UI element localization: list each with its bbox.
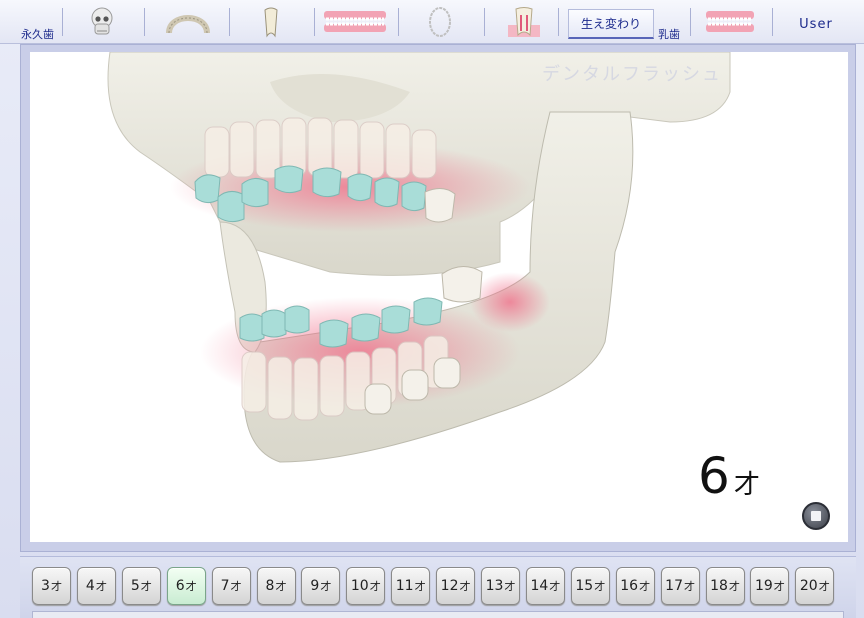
age-button-unit: 才 — [504, 580, 516, 593]
toolbar-divider — [558, 8, 559, 36]
age-button-unit: 才 — [50, 580, 62, 593]
primary-teeth-label: 乳歯 — [658, 28, 680, 41]
permanent-teeth-label: 永久歯 — [21, 28, 54, 41]
toolbar-divider — [62, 8, 63, 36]
age-button-number: 5 — [130, 578, 140, 594]
age-button-number: 9 — [310, 578, 320, 594]
age-button-number: 6 — [175, 578, 185, 594]
age-button-number: 13 — [485, 578, 504, 594]
age-button-number: 14 — [530, 578, 549, 594]
age-button-unit: 才 — [549, 580, 561, 593]
age-button-6[interactable]: 6才 — [166, 567, 206, 605]
age-button-5[interactable]: 5才 — [121, 567, 161, 605]
age-button-number: 15 — [575, 578, 594, 594]
tooth-cross-section-icon — [508, 7, 540, 37]
bottom-strip — [32, 611, 844, 618]
age-button-number: 12 — [440, 578, 459, 594]
dental-arch-button[interactable] — [160, 6, 216, 38]
age-button-number: 4 — [85, 578, 95, 594]
age-button-unit: 才 — [818, 580, 830, 593]
toolbar-divider — [772, 8, 773, 36]
age-button-19[interactable]: 19 才 — [750, 567, 790, 605]
age-button-12[interactable]: 12 才 — [436, 567, 476, 605]
current-age-display: 6才 — [698, 447, 760, 505]
skull-button[interactable] — [82, 6, 122, 38]
stop-icon — [811, 511, 821, 521]
age-button-11[interactable]: 11 才 — [391, 567, 431, 605]
teeth-row-button[interactable] — [322, 6, 388, 38]
toolbar-divider — [690, 8, 691, 36]
user-button[interactable]: User — [778, 12, 854, 36]
age-button-10[interactable]: 10 才 — [346, 567, 386, 605]
age-button-unit: 才 — [95, 580, 107, 593]
single-tooth-button[interactable] — [256, 6, 286, 38]
watermark-text: デンタルフラッシュ — [542, 64, 722, 85]
age-button-7[interactable]: 7才 — [211, 567, 251, 605]
age-button-unit: 才 — [728, 580, 740, 593]
age-button-unit: 才 — [230, 580, 242, 593]
teeth-row-icon — [324, 11, 386, 32]
age-button-number: 17 — [665, 578, 683, 594]
dental-arch-icon — [166, 15, 210, 34]
ring-arch-icon — [429, 7, 451, 37]
age-selector-bar: 3 才 4 才 5 才 6 才 7 才 8 才 9 才 10 才 11 才 12 才 13 才 14 才 15 才 16 才 17 才 18… — [20, 556, 856, 618]
age-button-unit: 才 — [320, 580, 332, 593]
age-button-16[interactable]: 16 才 — [615, 567, 655, 605]
eruption-mode-button[interactable]: 生え変わり — [568, 9, 654, 39]
current-age-unit: 才 — [733, 470, 760, 500]
age-button-15[interactable]: 15 才 — [570, 567, 610, 605]
age-button-unit: 才 — [369, 580, 381, 593]
skull-icon — [91, 7, 113, 35]
primary-teeth-row-icon — [706, 11, 754, 32]
top-toolbar: 永久歯 生え変わり 乳歯 User — [0, 0, 864, 44]
age-button-number: 11 — [395, 578, 414, 594]
age-button-unit: 才 — [185, 580, 197, 593]
age-button-number: 20 — [799, 578, 818, 594]
age-button-17[interactable]: 17 才 — [660, 567, 700, 605]
age-button-3[interactable]: 3才 — [32, 567, 71, 605]
tooth-section-button[interactable] — [506, 6, 542, 38]
age-button-number: 10 — [350, 578, 369, 594]
age-button-number: 8 — [265, 578, 275, 594]
app-window: 永久歯 生え変わり 乳歯 User デンタルフラッシュ 6 才 3 才 4 才 … — [0, 0, 864, 618]
age-button-18[interactable]: 18 才 — [705, 567, 745, 605]
age-button-unit: 才 — [684, 580, 695, 593]
toolbar-divider — [314, 8, 315, 36]
toolbar-divider — [398, 8, 399, 36]
toolbar-divider — [484, 8, 485, 36]
age-button-unit: 才 — [459, 580, 471, 593]
toolbar-divider — [144, 8, 145, 36]
age-button-20[interactable]: 20 才 — [795, 567, 835, 605]
age-button-number: 16 — [620, 578, 639, 594]
age-button-4[interactable]: 4才 — [76, 567, 116, 605]
primary-teeth-row-button[interactable] — [702, 6, 758, 38]
current-age-number: 6 — [698, 447, 730, 505]
age-button-number: 18 — [710, 578, 728, 594]
age-button-unit: 才 — [140, 580, 152, 593]
age-button-unit: 才 — [773, 580, 785, 593]
toolbar-divider — [229, 8, 230, 36]
age-button-number: 3 — [41, 578, 50, 594]
age-button-8[interactable]: 8才 — [256, 567, 296, 605]
stop-playback-button[interactable] — [802, 502, 830, 530]
age-button-unit: 才 — [639, 580, 651, 593]
age-button-number: 7 — [220, 578, 230, 594]
age-button-unit: 才 — [414, 580, 426, 593]
jaw-3d-viewer[interactable]: デンタルフラッシュ 6才 — [30, 52, 848, 542]
age-button-unit: 才 — [594, 580, 606, 593]
age-button-13[interactable]: 13 才 — [481, 567, 520, 605]
arch-ring-button[interactable] — [424, 6, 456, 38]
tooth-icon — [264, 7, 278, 38]
age-button-unit: 才 — [275, 580, 287, 593]
age-button-14[interactable]: 14 才 — [525, 567, 565, 605]
age-button-number: 19 — [754, 578, 773, 594]
age-button-9[interactable]: 9才 — [301, 567, 341, 605]
